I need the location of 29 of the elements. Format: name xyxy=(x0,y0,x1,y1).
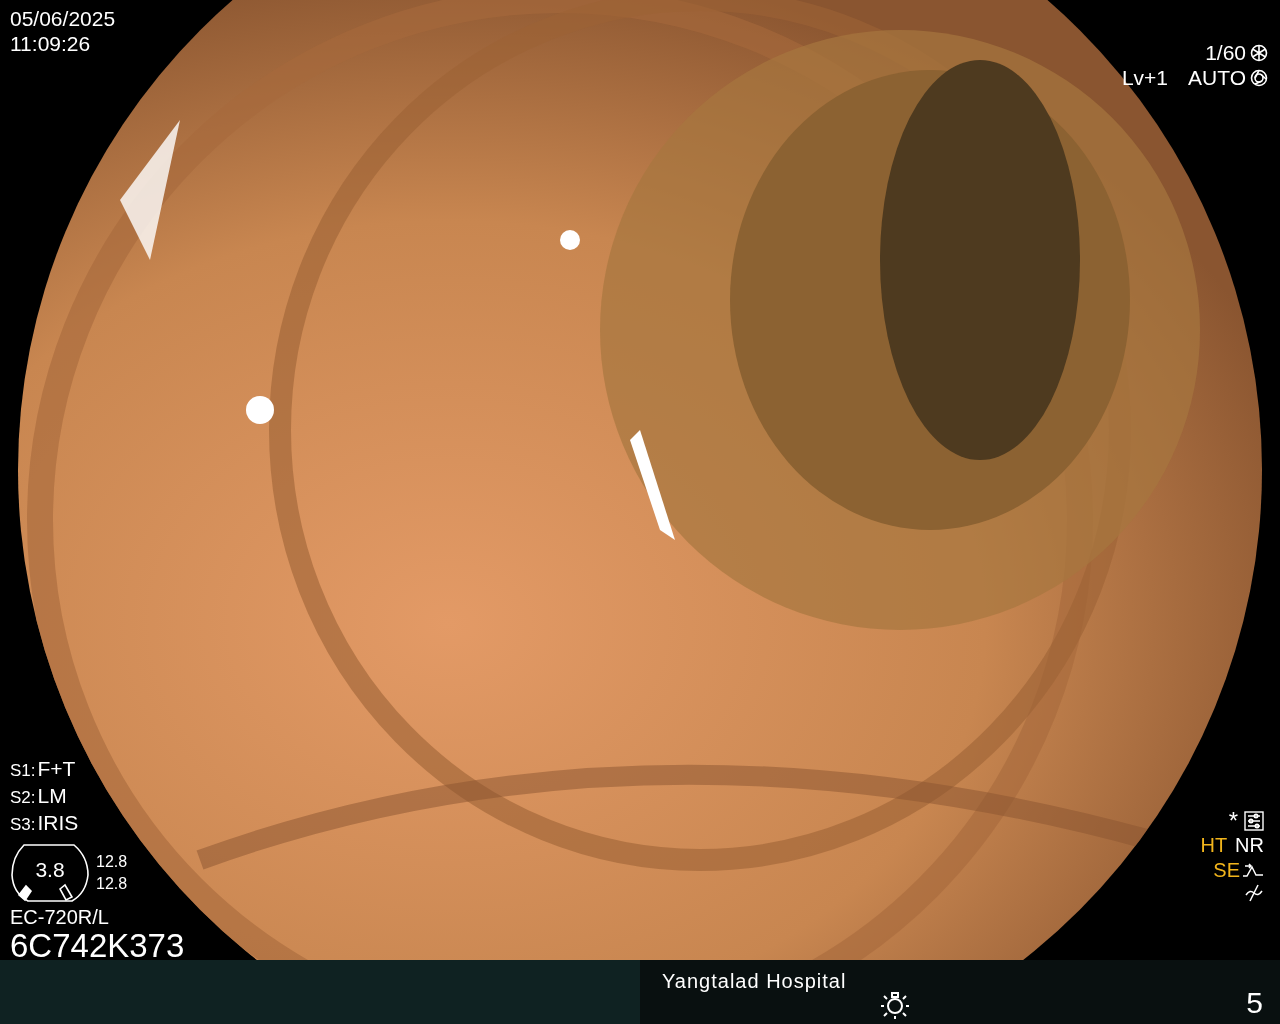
switch-function: F+T xyxy=(37,756,76,781)
bending-gauge-icon xyxy=(10,843,90,903)
time-text: 11:09:26 xyxy=(10,31,92,56)
enhancement-indicator: SE xyxy=(1213,858,1240,883)
curve-icon xyxy=(1242,861,1264,880)
settings-mark: * xyxy=(1228,808,1238,833)
shutter-speed: 1/60 xyxy=(1205,40,1246,65)
iris-mode: AUTO xyxy=(1188,65,1246,90)
gauge-reading: 12.8 xyxy=(96,874,128,894)
processing-indicator: NR xyxy=(1235,833,1264,858)
switch-label: S3: xyxy=(10,814,36,836)
processing-indicator: HT xyxy=(1200,833,1228,858)
scope-model: EC-720R/L xyxy=(10,905,110,929)
hospital-name: Yangtalad Hospital xyxy=(662,970,847,993)
brightness-level: Lv+1 xyxy=(1121,65,1169,90)
sliders-icon xyxy=(1244,810,1264,831)
date-text: 05/06/2025 xyxy=(10,6,116,31)
switch-label: S1: xyxy=(10,760,36,782)
iris-icon xyxy=(1250,68,1268,87)
switch-label: S2: xyxy=(10,787,36,809)
aperture-icon xyxy=(1250,43,1268,62)
switch-function: LM xyxy=(37,783,67,808)
page-number: 5 xyxy=(1246,986,1264,1020)
gauge-reading: 12.8 xyxy=(96,852,128,872)
filter-icon xyxy=(1244,883,1264,903)
gauge-value: 3.8 xyxy=(35,856,65,882)
light-icon xyxy=(880,992,911,1020)
switch-function: IRIS xyxy=(37,810,79,835)
scope-serial: 6C742K373 xyxy=(10,929,185,963)
